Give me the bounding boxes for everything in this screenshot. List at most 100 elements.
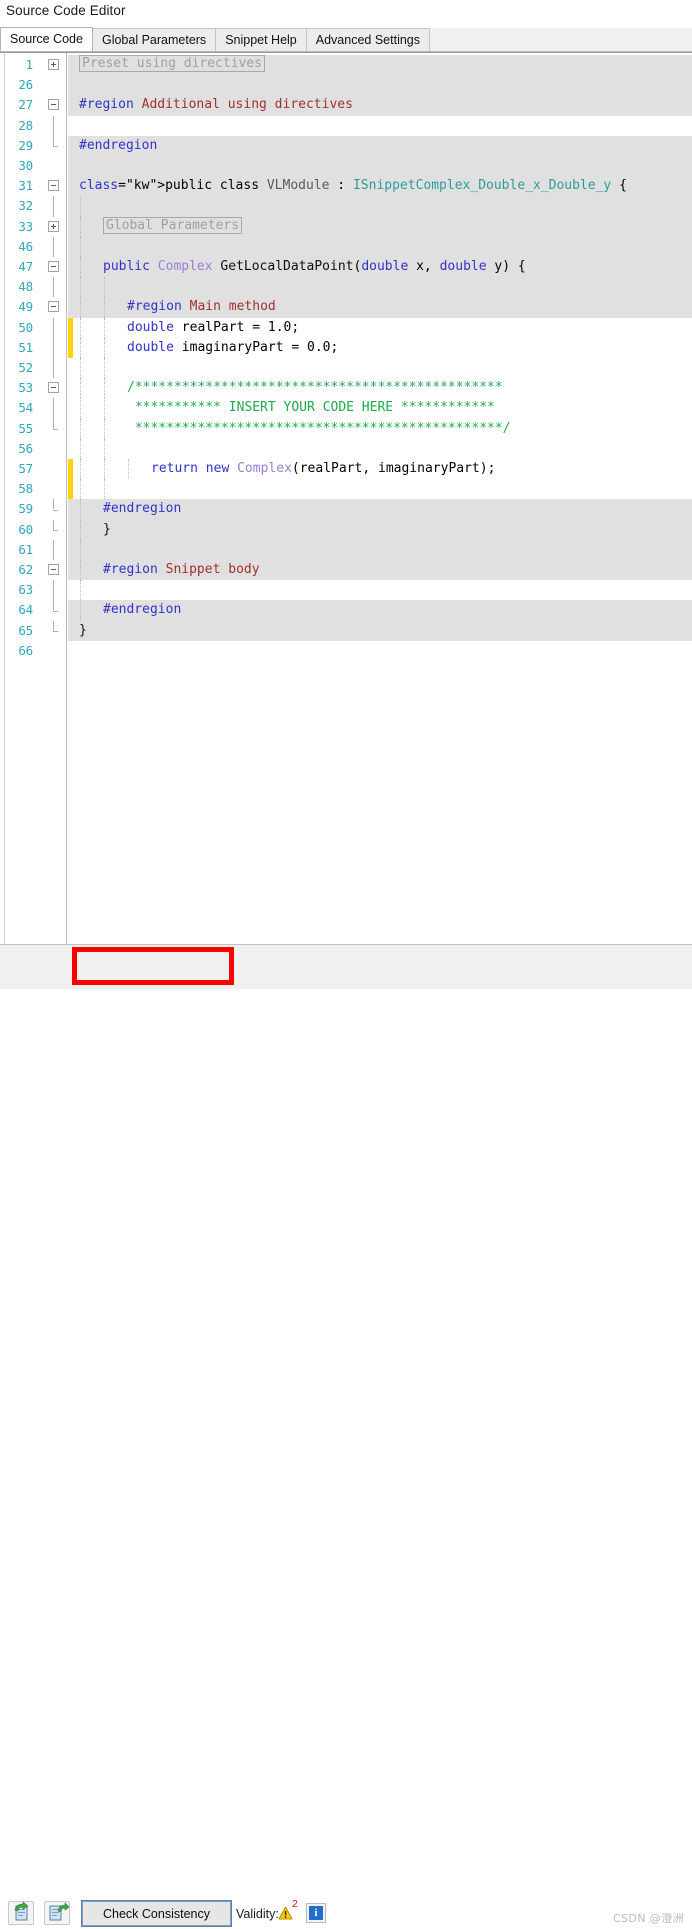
code-line[interactable] [68,539,692,560]
code-line-text: ****************************************… [127,420,511,436]
code-line[interactable]: #region Main method [68,297,692,318]
code-line[interactable]: ****************************************… [68,418,692,439]
fold-region-end-tick [53,509,58,511]
code-line[interactable]: Global Parameters [68,216,692,237]
validity-label: Validity: [236,1907,279,1921]
tab-snippet-help[interactable]: Snippet Help [215,28,307,51]
code-line[interactable]: Preset using directives [68,55,692,76]
code-line[interactable] [68,580,692,601]
code-line[interactable] [68,115,692,136]
indent-guide [80,216,82,237]
line-number: 51 [18,339,33,355]
indent-guide [80,539,82,560]
code-line[interactable] [68,236,692,257]
fold-region-line [53,398,54,419]
indent-guide [80,479,82,500]
line-number-gutter: 1 26 27 28 29 30 31 32 33 46 47 48 49 50 51 52 53 54 55 56 5… [0,53,39,944]
fold-expand-icon[interactable] [48,59,59,70]
code-text-area[interactable]: Preset using directives #region Additiona… [68,53,692,944]
line-number: 59 [18,501,33,517]
fold-region-line [53,600,54,611]
line-number: 30 [18,158,33,173]
code-line[interactable]: #endregion [68,499,692,520]
code-line-text: #endregion [79,137,158,153]
fold-collapse-icon[interactable] [48,180,59,192]
fold-region-end-tick [53,610,58,612]
line-number: 56 [18,440,33,456]
indent-guide [80,257,82,278]
fold-region-end-tick [53,428,58,430]
line-number: 66 [18,642,33,658]
collapsed-region-pill[interactable]: Global Parameters [103,216,243,234]
code-line[interactable] [68,277,692,298]
fold-region-line [53,620,54,631]
code-line[interactable] [68,479,692,500]
code-line[interactable] [68,438,692,459]
indent-guide [104,337,106,358]
line-number: 63 [18,582,33,598]
source-code-editor[interactable]: 1 26 27 28 29 30 31 32 33 46 47 48 49 50 51 52 53 54 55 56 5… [0,52,692,944]
fold-collapse-icon[interactable] [48,564,59,575]
fold-collapse-icon[interactable] [48,301,59,313]
indent-guide [128,459,130,480]
code-line[interactable]: class="kw">public class VLModule : ISnip… [68,176,692,197]
gutter-divider [4,53,5,944]
bottom-toolbar: Check Consistency Validity: 2 i CSDN @澄洲 [0,944,692,1926]
line-number: 48 [18,279,33,295]
indent-guide [80,358,82,379]
fold-region-line [53,358,54,379]
tab-global-parameters[interactable]: Global Parameters [91,28,217,51]
code-line[interactable] [68,196,692,217]
code-line-text: *********** INSERT YOUR CODE HERE ******… [127,400,495,416]
fold-expand-icon[interactable] [48,220,59,232]
fold-region-line [53,337,54,358]
code-line[interactable] [68,640,692,661]
code-line[interactable] [68,156,692,177]
code-line[interactable]: #region Additional using directives [68,95,692,116]
code-line[interactable]: } [68,519,692,540]
code-line[interactable]: #endregion [68,135,692,156]
code-line[interactable]: return new Complex(realPart, imaginaryPa… [68,459,692,480]
fold-collapse-icon[interactable] [48,99,59,111]
line-number: 64 [18,602,33,618]
fold-region-line [53,277,54,298]
tab-source-code[interactable]: Source Code [0,27,93,51]
code-line[interactable]: public Complex GetLocalDataPoint(double … [68,257,692,278]
indent-guide [80,580,82,601]
check-consistency-button[interactable]: Check Consistency [82,1901,231,1926]
indent-guide [80,560,82,581]
fold-collapse-icon[interactable] [48,382,59,394]
line-number: 58 [18,481,33,497]
indent-guide [80,378,82,399]
export-document-icon[interactable] [44,1901,70,1925]
fold-collapse-icon[interactable] [48,261,59,272]
info-icon[interactable]: i [306,1903,326,1923]
fold-region-end-tick [53,145,58,147]
code-line[interactable]: double realPart = 1.0; [68,317,692,338]
code-line[interactable]: double imaginaryPart = 0.0; [68,337,692,358]
code-line-text: double realPart = 1.0; [127,319,300,335]
line-number: 52 [18,360,33,375]
tab-advanced-settings[interactable]: Advanced Settings [305,28,431,51]
code-line[interactable]: #endregion [68,600,692,621]
collapsed-region-pill[interactable]: Preset using directives [79,55,266,72]
code-line[interactable]: } [68,620,692,641]
indent-guide [104,358,106,379]
code-line[interactable] [68,358,692,379]
warning-triangle-icon[interactable] [278,1906,293,1920]
import-document-icon[interactable] [8,1901,34,1925]
code-line[interactable]: *********** INSERT YOUR CODE HERE ******… [68,398,692,419]
line-number: 1 [25,57,34,72]
indent-guide [80,297,82,318]
code-line-text: #region Snippet body [103,562,260,577]
code-line[interactable] [68,75,692,96]
code-line[interactable]: #region Snippet body [68,560,692,581]
code-line[interactable]: /***************************************… [68,378,692,399]
indent-guide [80,337,82,358]
fold-region-line [53,317,54,338]
code-folding-gutter[interactable] [39,53,67,944]
indent-guide [80,196,82,217]
fold-region-end-tick [53,630,58,632]
warning-count-badge: 2 [292,1898,298,1910]
fold-region-line [53,580,54,601]
